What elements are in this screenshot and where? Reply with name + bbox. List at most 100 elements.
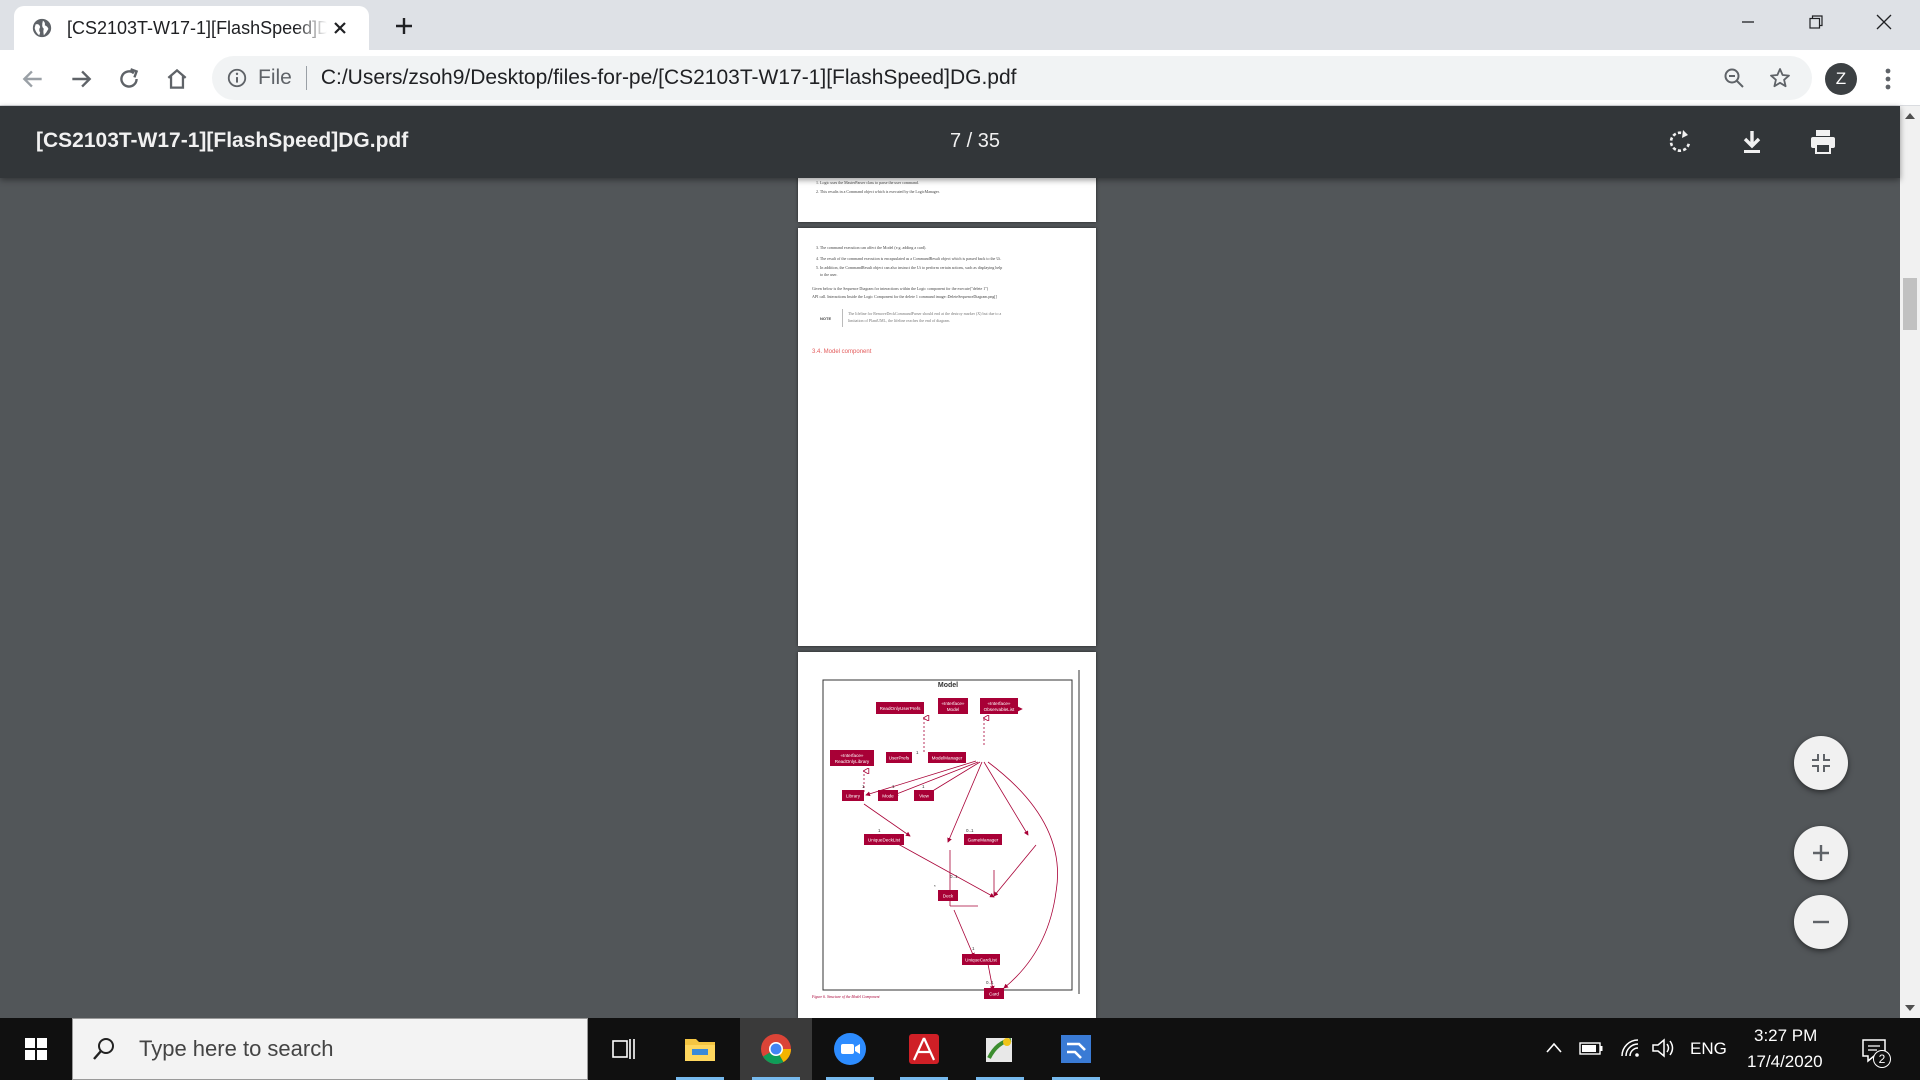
pdf-page-7: 3. The command execution can affect the …: [798, 228, 1096, 646]
svg-text:Card: Card: [989, 992, 999, 997]
node-modelmanager: ModelManager: [928, 752, 966, 763]
back-button[interactable]: [16, 62, 50, 96]
acrobat-icon: [909, 1034, 939, 1064]
fit-to-page-button[interactable]: [1794, 736, 1848, 790]
taskbar-chrome[interactable]: [740, 1018, 812, 1080]
close-tab-icon[interactable]: [329, 17, 351, 39]
taskbar-search-box[interactable]: Type here to search: [72, 1018, 588, 1080]
arrow-right-icon: [72, 70, 92, 88]
search-placeholder: Type here to search: [139, 1036, 334, 1061]
search-icon: [93, 1038, 114, 1060]
svg-text:«Interface»: «Interface»: [942, 701, 965, 706]
multiplicity-label: 0..1: [966, 828, 974, 833]
page-indicator: 7 / 35: [949, 130, 1001, 152]
svg-text:UserPrefs: UserPrefs: [889, 756, 910, 761]
battery-icon[interactable]: [1578, 1038, 1604, 1058]
svg-text:«Interface»: «Interface»: [988, 701, 1011, 706]
svg-text:ReadOnlyLibrary: ReadOnlyLibrary: [835, 759, 870, 764]
chrome-icon: [761, 1034, 791, 1065]
tab-active[interactable]: [CS2103T-W17-1][FlashSpeed]DG.pdf: [14, 6, 369, 50]
svg-text:Library: Library: [846, 794, 861, 799]
model-class-diagram: Model ReadOnlyUserPrefs «Interface» Mode…: [811, 670, 1080, 999]
reload-icon: [120, 68, 139, 88]
svg-text:Mode: Mode: [882, 794, 894, 799]
svg-text:«Interface»: «Interface»: [841, 753, 864, 758]
clock-date[interactable]: 17/4/2020: [1747, 1052, 1823, 1072]
pdf-page-8: Model ReadOnlyUserPrefs «Interface» Mode…: [798, 652, 1096, 1018]
taskbar-acrobat[interactable]: [888, 1018, 960, 1080]
scroll-up-arrow-icon[interactable]: [1905, 112, 1915, 120]
language-indicator[interactable]: ENG: [1690, 1039, 1727, 1059]
close-window-button[interactable]: [1850, 0, 1918, 44]
node-card: Card: [984, 988, 1004, 999]
arrow-left-icon: [22, 70, 42, 88]
zoom-icon[interactable]: [1722, 66, 1746, 90]
print-icon[interactable]: [1807, 126, 1839, 158]
minus-icon: [1813, 920, 1829, 924]
scroll-down-arrow-icon[interactable]: [1905, 1004, 1915, 1012]
svg-text:Deck: Deck: [943, 894, 954, 899]
svg-text:View: View: [919, 794, 930, 799]
node-mode: Mode: [878, 790, 898, 801]
chevron-up-icon[interactable]: [1545, 1041, 1563, 1055]
node-library: Library: [842, 790, 864, 801]
forward-button[interactable]: [64, 62, 98, 96]
zoom-in-button[interactable]: [1794, 826, 1848, 880]
folder-icon: [685, 1039, 715, 1061]
zoom-app-icon: [834, 1033, 866, 1065]
minimize-button[interactable]: [1714, 0, 1782, 44]
url-text[interactable]: C:/Users/zsoh9/Desktop/files-for-pe/[CS2…: [321, 66, 1017, 90]
scrollbar-thumb[interactable]: [1903, 278, 1917, 330]
note-divider: [842, 309, 843, 327]
taskbar-file-explorer[interactable]: [664, 1018, 736, 1080]
windows-logo-icon: [25, 1038, 47, 1060]
bookmark-star-icon[interactable]: [1768, 66, 1792, 90]
zoom-out-button[interactable]: [1794, 895, 1848, 949]
info-icon[interactable]: [226, 67, 248, 89]
url-scheme-label: File: [258, 66, 292, 89]
page7-line: Given below is the Sequence Diagram for …: [812, 286, 989, 291]
new-tab-button[interactable]: [384, 6, 424, 46]
url-separator: [305, 66, 307, 90]
page7-line: 5. In addition, the CommandResult object…: [816, 265, 1003, 270]
figure-caption: Figure 6. Structure of the Model Compone…: [811, 995, 880, 999]
volume-icon[interactable]: [1650, 1036, 1676, 1060]
clock-time[interactable]: 3:27 PM: [1754, 1026, 1817, 1046]
node-readonlylibrary-interface: «Interface» ReadOnlyLibrary: [830, 750, 874, 766]
home-button[interactable]: [160, 62, 194, 96]
svg-text:UniqueCardList: UniqueCardList: [965, 958, 997, 963]
download-icon[interactable]: [1736, 126, 1768, 158]
node-uniquecardlist: UniqueCardList: [962, 954, 1000, 965]
rotate-icon[interactable]: [1664, 126, 1696, 158]
more-vert-icon[interactable]: [1874, 64, 1902, 94]
node-view: View: [914, 790, 934, 801]
svg-text:ObservableList: ObservableList: [984, 707, 1015, 712]
reload-button[interactable]: [112, 62, 146, 96]
taskbar-remote-app[interactable]: [1040, 1018, 1112, 1080]
taskbar-java-app[interactable]: [964, 1018, 1036, 1080]
start-button[interactable]: [0, 1018, 72, 1080]
task-view-icon: [612, 1039, 635, 1059]
taskbar-zoom[interactable]: [814, 1018, 886, 1080]
node-observablelist-interface: «Interface» ObservableList: [980, 698, 1018, 714]
multiplicity-label: 0..1: [950, 874, 958, 879]
note-label: NOTE: [820, 316, 832, 321]
globe-icon: [32, 18, 52, 38]
address-bar[interactable]: File C:/Users/zsoh9/Desktop/files-for-pe…: [212, 56, 1812, 100]
wifi-icon[interactable]: [1618, 1036, 1642, 1060]
diagram-title: Model: [938, 682, 958, 689]
note-text: The lifeline for RemoveDeckCommandParser…: [848, 311, 1002, 316]
java-app-icon: [986, 1038, 1012, 1062]
multiplicity-label: 0..1: [986, 980, 994, 985]
plus-icon: [1813, 845, 1829, 861]
page6-line: 1. Logic uses the MasterParser class to …: [816, 180, 919, 185]
svg-text:ReadOnlyUserPrefs: ReadOnlyUserPrefs: [880, 706, 922, 711]
profile-avatar[interactable]: Z: [1825, 63, 1857, 95]
page7-line: 4. The result of the command execution i…: [816, 256, 1002, 261]
vertical-scrollbar[interactable]: [1900, 106, 1920, 1018]
home-icon: [167, 68, 187, 89]
restore-button[interactable]: [1782, 0, 1850, 44]
browser-toolbar: File C:/Users/zsoh9/Desktop/files-for-pe…: [0, 50, 1920, 106]
task-view-button[interactable]: [588, 1018, 660, 1080]
node-readonlyuserprefs: ReadOnlyUserPrefs: [876, 702, 924, 714]
